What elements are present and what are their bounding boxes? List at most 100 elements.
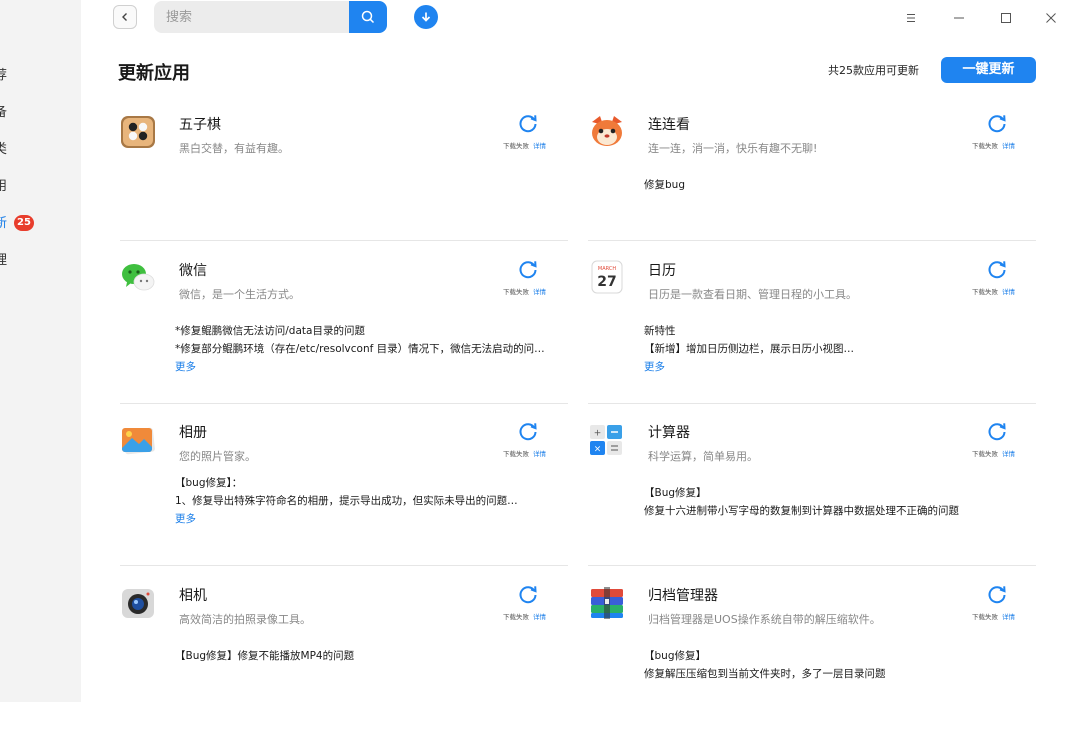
- sidebar-item-apps[interactable]: 用: [0, 177, 81, 197]
- app-name: 相机: [179, 588, 207, 604]
- album-app-icon: [119, 420, 157, 458]
- maximize-icon: [1001, 13, 1011, 23]
- wechat-app-icon: [119, 258, 157, 296]
- app-name: 五子棋: [179, 117, 221, 133]
- detail-link[interactable]: 详情: [1002, 288, 1015, 296]
- download-status: 下载失败 详情: [503, 286, 546, 296]
- calendar-icon-day: 27: [597, 274, 616, 290]
- detail-link[interactable]: 详情: [533, 613, 546, 621]
- retry-button[interactable]: [986, 420, 1008, 442]
- update-count-badge: 25: [14, 215, 34, 231]
- note-line: 【Bug修复】修复不能播放MP4的问题: [175, 650, 355, 662]
- note-line: 修复解压压缩包到当前文件夹时，多了一层目录问题: [644, 668, 886, 680]
- more-link[interactable]: 更多: [644, 358, 1039, 376]
- retry-button[interactable]: [986, 583, 1008, 605]
- retry-button[interactable]: [517, 258, 539, 280]
- more-link[interactable]: 更多: [175, 510, 570, 528]
- update-notes: 新特性 【新增】增加日历侧边栏，展示日历小视图… 更多: [644, 322, 1039, 376]
- sidebar-item-recommend[interactable]: 荐: [0, 66, 81, 86]
- sidebar-item-manage[interactable]: 理: [0, 251, 81, 271]
- refresh-icon: [519, 115, 537, 133]
- update-notes: 【bug修复】 修复解压压缩包到当前文件夹时，多了一层目录问题: [644, 647, 1039, 683]
- app-name: 日历: [648, 263, 676, 279]
- detail-link[interactable]: 详情: [533, 288, 546, 296]
- maximize-button[interactable]: [995, 7, 1017, 29]
- app-description: 连一连，消一消，快乐有趣不无聊!: [648, 142, 818, 155]
- refresh-icon: [988, 115, 1006, 133]
- sidebar-item-label: 用: [0, 179, 8, 194]
- note-line: *修复部分鲲鹏环境（存在/etc/resolvconf 目录）情况下，微信无法启…: [175, 343, 545, 355]
- calendar-app-icon: MARCH 27: [588, 258, 626, 296]
- download-status: 下载失败 详情: [503, 448, 546, 458]
- minimize-icon: [954, 17, 964, 19]
- camera-app-icon: [119, 583, 157, 621]
- note-line: 【Bug修复】: [644, 487, 707, 499]
- sidebar: 荐 备 类 用 新 25 理: [0, 0, 81, 702]
- close-icon: [1046, 13, 1056, 23]
- note-line: *修复鲲鹏微信无法访问/data目录的问题: [175, 325, 365, 337]
- back-button[interactable]: [113, 5, 137, 29]
- app-card-album: 相册 您的照片管家。 【bug修复】： 1、修复导出特殊字符命名的相册，提示导出…: [119, 420, 579, 580]
- update-all-button[interactable]: 一键更新: [941, 57, 1036, 83]
- app-description: 归档管理器是UOS操作系统自带的解压缩软件。: [648, 613, 881, 626]
- retry-button[interactable]: [517, 112, 539, 134]
- detail-link[interactable]: 详情: [533, 450, 546, 458]
- refresh-icon: [519, 586, 537, 604]
- menu-button[interactable]: [900, 7, 922, 29]
- more-link[interactable]: 更多: [175, 358, 570, 376]
- chevron-left-icon: [122, 13, 127, 21]
- note-line: 【bug修复】：: [175, 477, 243, 489]
- calendar-icon-month: MARCH: [598, 266, 616, 272]
- retry-button[interactable]: [986, 112, 1008, 134]
- sidebar-item-updates[interactable]: 新 25: [0, 214, 81, 234]
- page-title: 更新应用: [118, 63, 190, 84]
- refresh-icon: [988, 261, 1006, 279]
- app-description: 科学运算，简单易用。: [648, 450, 758, 463]
- search-input[interactable]: [154, 1, 349, 33]
- update-notes: 【bug修复】： 1、修复导出特殊字符命名的相册，提示导出成功，但实际未导出的问…: [175, 474, 570, 528]
- download-manager-button[interactable]: [414, 5, 438, 29]
- app-name: 微信: [179, 263, 207, 279]
- update-count-text: 共25款应用可更新: [828, 64, 919, 77]
- note-line: 【bug修复】: [644, 650, 706, 662]
- app-name: 归档管理器: [648, 588, 718, 604]
- status-text: 下载失败: [503, 288, 529, 296]
- status-text: 下载失败: [503, 142, 529, 150]
- app-card-archive-manager: 归档管理器 归档管理器是UOS操作系统自带的解压缩软件。 【bug修复】 修复解…: [588, 583, 1048, 743]
- gomoku-app-icon: [119, 112, 157, 150]
- status-text: 下载失败: [972, 288, 998, 296]
- close-button[interactable]: [1040, 7, 1062, 29]
- retry-button[interactable]: [986, 258, 1008, 280]
- detail-link[interactable]: 详情: [1002, 613, 1015, 621]
- download-status: 下载失败 详情: [503, 140, 546, 150]
- lianliankan-app-icon: [588, 112, 626, 150]
- status-text: 下载失败: [972, 142, 998, 150]
- sidebar-item-categories[interactable]: 类: [0, 140, 81, 160]
- svg-text:×: ×: [594, 445, 602, 455]
- refresh-icon: [519, 261, 537, 279]
- app-card-wechat: 微信 微信，是一个生活方式。 *修复鲲鹏微信无法访问/data目录的问题 *修复…: [119, 258, 579, 418]
- search-button[interactable]: [349, 1, 387, 33]
- sidebar-item-essentials[interactable]: 备: [0, 103, 81, 123]
- download-icon: [421, 12, 431, 22]
- note-line: 修复十六进制带小写字母的数复制到计算器中数据处理不正确的问题: [644, 505, 959, 517]
- app-description: 微信，是一个生活方式。: [179, 288, 300, 301]
- download-status: 下载失败 详情: [972, 611, 1015, 621]
- detail-link[interactable]: 详情: [1002, 142, 1015, 150]
- detail-link[interactable]: 详情: [533, 142, 546, 150]
- menu-icon: [907, 14, 915, 22]
- update-notes: 【Bug修复】 修复十六进制带小写字母的数复制到计算器中数据处理不正确的问题: [644, 484, 1039, 520]
- note-line: 【新增】增加日历侧边栏，展示日历小视图…: [644, 343, 854, 355]
- sidebar-item-label: 类: [0, 142, 8, 157]
- retry-button[interactable]: [517, 583, 539, 605]
- app-description: 高效简洁的拍照录像工具。: [179, 613, 311, 626]
- sidebar-item-label: 新: [0, 216, 8, 231]
- search-icon: [361, 10, 375, 24]
- note-line: 1、修复导出特殊字符命名的相册，提示导出成功，但实际未导出的问题…: [175, 495, 518, 507]
- note-line: 新特性: [644, 325, 676, 337]
- refresh-icon: [988, 423, 1006, 441]
- detail-link[interactable]: 详情: [1002, 450, 1015, 458]
- app-card-calculator: + × 计算器 科学运算，简单易用。 【Bug修复】 修复十六进制带小写字母的数…: [588, 420, 1048, 580]
- minimize-button[interactable]: [948, 7, 970, 29]
- retry-button[interactable]: [517, 420, 539, 442]
